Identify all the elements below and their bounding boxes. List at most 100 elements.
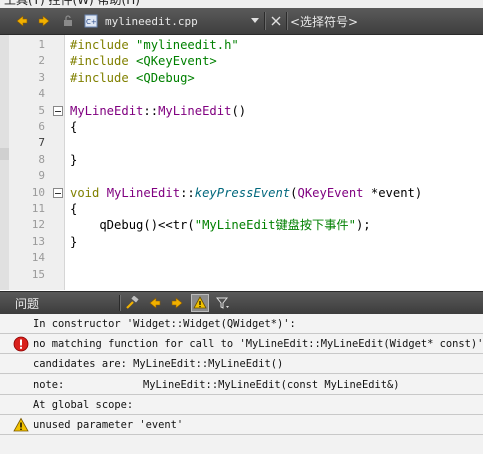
issue-text: candidates are: MyLineEdit::MyLineEdit() (33, 358, 284, 371)
code-text: #include <QKeyEvent> (70, 53, 217, 69)
next-issue-icon[interactable] (168, 294, 186, 312)
code-token: #include (70, 70, 137, 85)
warning-filter-icon[interactable] (191, 294, 209, 312)
file-name: mylineedit.cpp (105, 14, 198, 28)
line-number: 13 (31, 234, 45, 248)
code-line: 9 (0, 168, 483, 184)
code-token: :: (143, 103, 159, 118)
toolbar-separator (286, 12, 288, 30)
code-token: } (70, 152, 78, 167)
line-number: 12 (31, 218, 45, 232)
line-number: 6 (38, 120, 45, 133)
code-text: MyLineEdit::MyLineEdit() (70, 103, 246, 119)
code-token: QKeyEvent (297, 185, 364, 200)
issue-row[interactable]: At global scope: (0, 394, 483, 415)
code-token: { (70, 202, 78, 216)
line-number: 11 (31, 202, 45, 215)
code-token: #include (70, 54, 137, 69)
menu-bar-clipped: 工具(T) 控件(W) 帮助(H) (0, 0, 483, 8)
code-token: qDebug()<<tr( (70, 218, 195, 233)
code-text: { (70, 201, 77, 217)
code-line: 13} (0, 234, 483, 250)
code-line: 6{ (0, 119, 483, 135)
code-token: keyPressEvent (194, 185, 291, 200)
symbol-selector[interactable]: <选择符号> (290, 11, 358, 31)
forward-arrow-icon[interactable] (34, 11, 54, 31)
code-text: } (70, 152, 77, 168)
line-number: 7 (38, 136, 45, 150)
code-token: #include (70, 38, 137, 52)
issue-note-text: MyLineEdit::MyLineEdit(const MyLineEdit&… (143, 378, 400, 391)
cpp-file-icon: C+ (84, 14, 98, 28)
code-token: { (70, 120, 78, 134)
code-line: 3 #include <QDebug> (0, 70, 483, 86)
svg-text:C+: C+ (86, 18, 97, 26)
code-token: :: (180, 185, 195, 200)
line-number: 3 (38, 70, 45, 84)
issue-text: no matching function for call to 'MyLine… (33, 338, 483, 351)
warning-icon (13, 417, 29, 433)
back-arrow-icon[interactable] (12, 11, 32, 31)
filter-icon[interactable] (214, 294, 232, 312)
file-selector[interactable]: C+ mylineedit.cpp (82, 11, 264, 31)
issue-text: In constructor 'Widget::Widget(QWidget*)… (33, 318, 296, 330)
line-number: 2 (38, 54, 45, 68)
issue-row[interactable]: candidates are: MyLineEdit::MyLineEdit() (0, 354, 483, 375)
issue-row[interactable]: no matching function for call to 'MyLine… (0, 334, 483, 355)
code-editor[interactable]: 1 #include "mylineedit.h" 2 #include <QKeyE… (0, 35, 483, 290)
line-number: 9 (38, 169, 45, 183)
build-issues-icon[interactable] (123, 294, 141, 312)
code-token: ); (355, 218, 371, 233)
code-text: void MyLineEdit::keyPressEvent(QKeyEvent… (70, 185, 422, 201)
code-line: 12 qDebug()<<tr("MyLineEdit键盘按下事件"); (0, 217, 483, 233)
code-text: qDebug()<<tr("MyLineEdit键盘按下事件"); (70, 217, 371, 233)
code-line: 15 (0, 267, 483, 283)
code-line: 11 { (0, 201, 483, 217)
code-text: } (70, 234, 77, 250)
issue-text: note: MyLineEdit::MyLineEdit(const MyLine… (33, 377, 399, 393)
code-text: { (70, 119, 77, 135)
error-icon (13, 336, 29, 352)
code-token: <QDebug> (136, 70, 195, 85)
issue-row[interactable]: In constructor 'Widget::Widget(QWidget*)… (0, 314, 483, 334)
pane-separator (119, 295, 121, 311)
code-line: 10 void MyLineEdit::keyPressEvent(QKeyEve… (0, 185, 483, 201)
issues-pane-header: 问题 (0, 291, 483, 314)
fold-marker-icon[interactable] (53, 105, 63, 116)
issue-note-label: note: (33, 378, 65, 391)
line-number: 14 (31, 251, 45, 265)
prev-issue-icon[interactable] (146, 294, 164, 312)
code-text: #include <QDebug> (70, 70, 195, 86)
line-number: 1 (38, 38, 45, 51)
line-number: 15 (31, 267, 45, 281)
code-line: 4 (0, 86, 483, 102)
code-token: () (231, 103, 247, 118)
issues-pane-title: 问题 (15, 297, 40, 311)
code-token: "mylineedit.h" (136, 38, 239, 52)
symbol-placeholder: <选择符号> (290, 14, 359, 29)
code-token: } (70, 234, 78, 249)
code-line: 7 (0, 135, 483, 151)
issue-row[interactable]: unused parameter 'event' (0, 415, 483, 435)
code-token: MyLineEdit (70, 103, 144, 118)
code-line: 1 #include "mylineedit.h" (0, 37, 483, 53)
code-line: 14 (0, 250, 483, 266)
dropdown-caret-icon[interactable] (250, 15, 260, 25)
issue-text: At global scope: (33, 398, 134, 411)
menu-bar-text: 工具(T) 控件(W) 帮助(H) (4, 0, 140, 7)
issues-list[interactable]: In constructor 'Widget::Widget(QWidget*)… (0, 314, 483, 454)
fold-marker-icon[interactable] (53, 187, 63, 198)
code-line: 2 #include <QKeyEvent> (0, 53, 483, 69)
code-token: <QKeyEvent> (136, 54, 217, 69)
code-token: void (70, 185, 107, 200)
line-number: 5 (38, 103, 45, 117)
code-text: #include "mylineedit.h" (70, 37, 239, 53)
line-number: 4 (38, 87, 45, 101)
close-file-icon[interactable] (266, 11, 286, 31)
line-number: 8 (38, 152, 45, 166)
code-line: 5 MyLineEdit::MyLineEdit() (0, 103, 483, 119)
issue-row[interactable]: note: MyLineEdit::MyLineEdit(const MyLine… (0, 374, 483, 395)
issue-text: unused parameter 'event' (33, 419, 184, 431)
lock-icon (58, 11, 78, 31)
editor-toolbar: C+ mylineedit.cpp <选择符号> (0, 8, 483, 35)
